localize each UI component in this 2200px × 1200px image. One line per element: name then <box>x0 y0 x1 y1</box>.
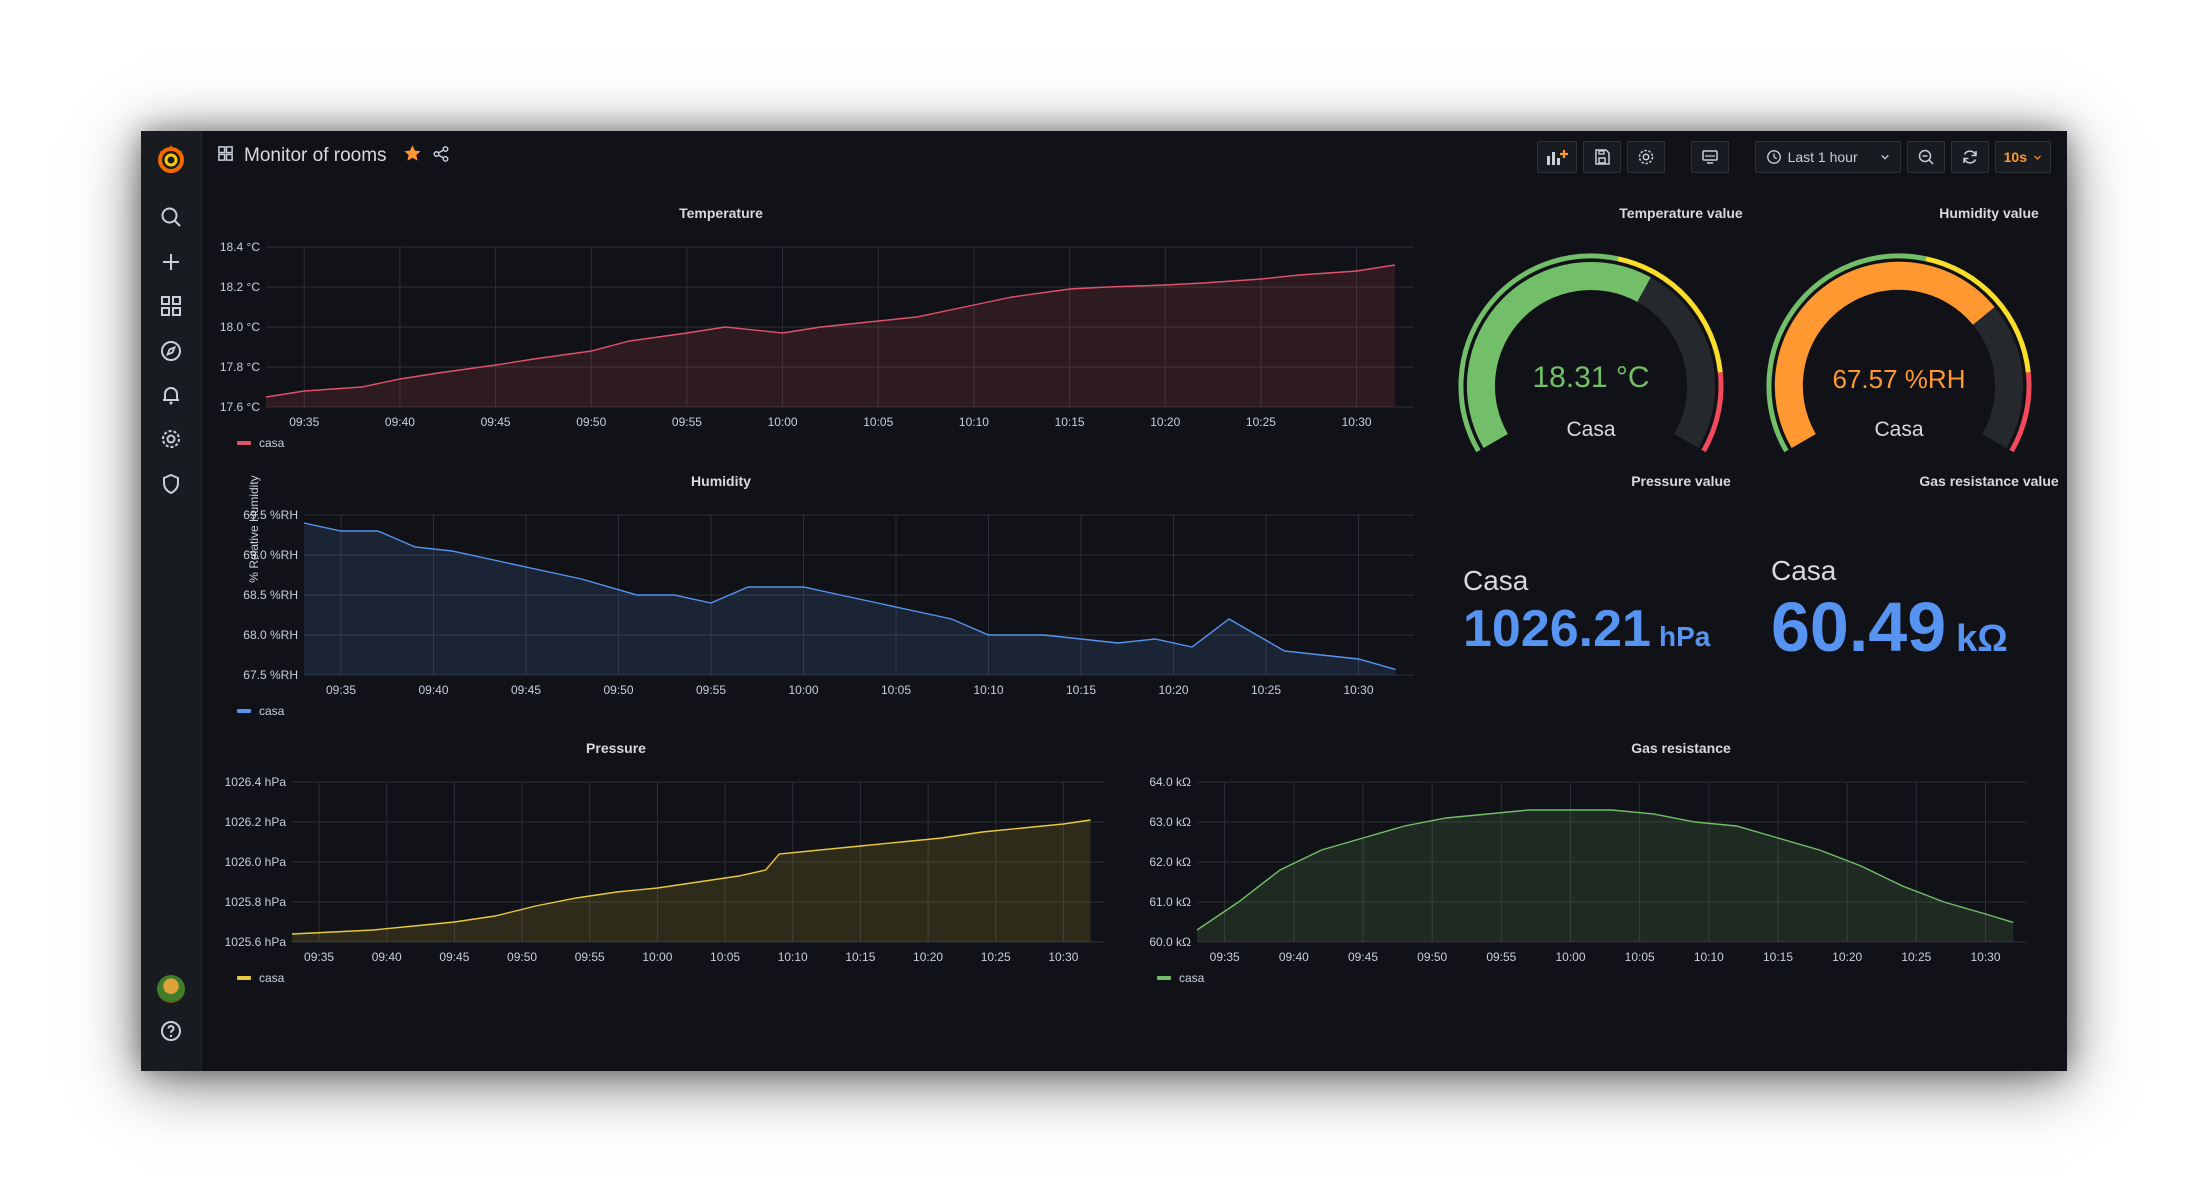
humidity-gauge-label: Casa <box>1874 418 1924 441</box>
gas-stat-name: Casa <box>1771 555 1837 586</box>
humidity-gauge-value: 67.57 %RH <box>1832 364 1966 394</box>
gas-stat-unit: kΩ <box>1956 618 2008 660</box>
pressure-stat-value: 1026.21 <box>1463 600 1651 658</box>
pressure-stat-unit: hPa <box>1658 621 1711 652</box>
gas-stat-value: 60.49 <box>1771 588 1947 666</box>
gauge-value-arc <box>1774 261 1995 449</box>
gas-resistance-stat[interactable]: Casa 60.49 kΩ <box>1771 555 2008 667</box>
pressure-stat[interactable]: Casa 1026.21 hPa <box>1463 565 1710 659</box>
grafana-window: Monitor of rooms Last 1 hour 10s Tempera… <box>141 131 2067 1071</box>
pressure-stat-name: Casa <box>1463 565 1529 596</box>
